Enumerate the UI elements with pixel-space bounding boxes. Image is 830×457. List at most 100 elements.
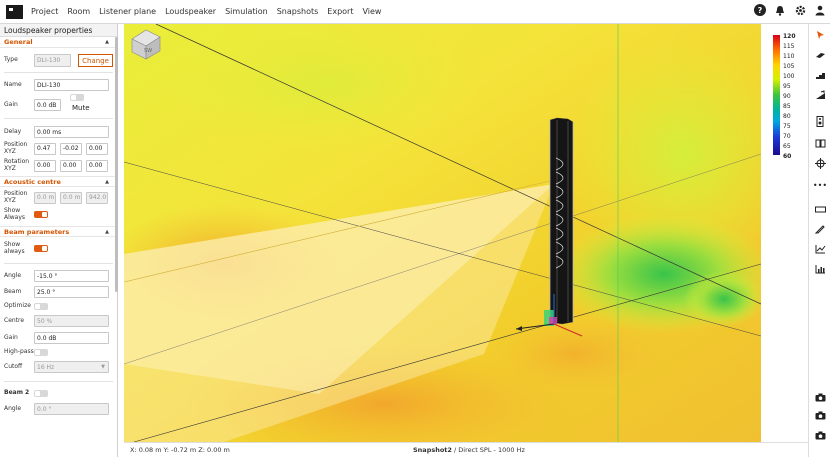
help-icon[interactable]: ? <box>754 4 766 16</box>
gear-icon[interactable] <box>794 4 806 16</box>
mute-toggle[interactable] <box>70 94 84 101</box>
ac-position-x: 0.0 m <box>34 191 56 204</box>
menu-view[interactable]: View <box>362 7 381 16</box>
angle-label: Angle <box>4 271 22 279</box>
menu-listener-plane[interactable]: Listener plane <box>99 7 156 16</box>
section-general[interactable]: General ▲ <box>0 37 117 48</box>
ruler-icon[interactable] <box>813 202 827 216</box>
chevron-down-icon: ▼ <box>101 364 105 370</box>
scale-tick: 80 <box>783 113 791 120</box>
color-scale-ticks: 120 115 110 105 100 95 90 85 80 75 70 65… <box>783 32 796 162</box>
type-field: DLI-130 <box>34 54 71 67</box>
show-always2-toggle[interactable] <box>34 245 48 252</box>
scale-tick: 65 <box>783 143 791 150</box>
menu-simulation[interactable]: Simulation <box>225 7 268 16</box>
ac-position-y: 0.0 m <box>60 191 82 204</box>
show-always-label: Show Always <box>4 207 26 221</box>
scale-tick: 95 <box>783 83 791 90</box>
position-z-input[interactable]: 0.00 <box>86 142 108 155</box>
name-input[interactable]: DLI-130 <box>34 79 109 91</box>
scale-tick: 115 <box>783 43 795 50</box>
section-beam-parameters[interactable]: Beam parameters ▲ <box>0 226 117 237</box>
loudspeaker-properties-panel: Loudspeaker properties General ▲ Type DLI… <box>0 24 118 457</box>
position-y-input[interactable]: -0.02 <box>60 142 82 155</box>
collapse-icon: ▲ <box>105 178 109 185</box>
cutoff-label: Cutoff <box>4 362 23 370</box>
app-logo-icon <box>6 4 23 19</box>
select-cursor-icon[interactable] <box>813 28 827 42</box>
show-always-toggle[interactable] <box>34 211 48 218</box>
section-acoustic-centre[interactable]: Acoustic centre ▲ <box>0 176 117 187</box>
stairs-icon[interactable] <box>813 68 827 82</box>
snapshot-info: Snapshot2 / Direct SPL - 1000 Hz <box>413 446 525 454</box>
highpass-toggle[interactable] <box>34 349 48 356</box>
rotation-x-input[interactable]: 0.00 <box>34 159 56 172</box>
collapse-icon: ▲ <box>105 39 109 45</box>
bell-icon[interactable] <box>774 4 786 16</box>
plane-icon[interactable] <box>813 48 827 62</box>
angle2-label: Angle <box>4 404 22 412</box>
ac-position-z: 942.0 <box>86 191 108 204</box>
spl-map[interactable]: SW <box>124 24 761 442</box>
menu-export[interactable]: Export <box>327 7 353 16</box>
angle2-input: 0.0 ° <box>34 403 109 415</box>
centre-input: 50 % <box>34 315 109 327</box>
more-icon[interactable]: ••• <box>813 178 827 192</box>
show-always2-label: Show always <box>4 241 25 255</box>
beam2-label: Beam 2 <box>4 389 30 397</box>
scale-tick: 90 <box>783 93 791 100</box>
menu-snapshots[interactable]: Snapshots <box>277 7 319 16</box>
loudspeaker-icon[interactable] <box>813 114 827 128</box>
centre-label: Centre <box>4 316 25 324</box>
camera-icon[interactable] <box>813 428 827 442</box>
scale-tick: 60 <box>783 153 792 160</box>
rotation-z-input[interactable]: 0.00 <box>86 159 108 172</box>
status-bar: X: 0.08 m Y: -0.72 m Z: 0.00 m Snapshot2… <box>124 442 808 457</box>
collapse-icon: ▲ <box>105 228 109 235</box>
speaker-array-icon[interactable] <box>813 136 827 150</box>
highpass-label: High-pass <box>4 348 34 356</box>
panel-scrollbar[interactable] <box>115 37 118 292</box>
user-icon[interactable] <box>814 4 826 16</box>
3d-viewport[interactable]: SW <box>124 24 761 442</box>
line-chart-icon[interactable] <box>813 242 827 256</box>
crosshair-icon[interactable] <box>813 156 827 170</box>
gain2-label: Gain <box>4 333 18 341</box>
panel-title: Loudspeaker properties <box>0 24 117 37</box>
camera-icon[interactable] <box>813 408 827 422</box>
scale-tick: 100 <box>783 73 795 80</box>
mute-label: Mute <box>72 104 90 112</box>
angle-input[interactable]: -15.0 ° <box>34 270 109 282</box>
spl-color-scale: 120 115 110 105 100 95 90 85 80 75 70 65… <box>761 24 808 442</box>
scale-tick: 120 <box>783 33 796 40</box>
pencil-icon[interactable] <box>813 222 827 236</box>
view-cube-label: SW <box>144 48 152 54</box>
rotation-y-input[interactable]: 0.00 <box>60 159 82 172</box>
ac-position-label: Position XYZ <box>4 190 28 204</box>
snapshot-view: / Direct SPL - 1000 Hz <box>451 446 525 454</box>
menu-loudspeaker[interactable]: Loudspeaker <box>165 7 216 16</box>
beam-input[interactable]: 25.0 ° <box>34 286 109 298</box>
scale-tick: 105 <box>783 63 795 70</box>
camera-icon[interactable] <box>813 390 827 404</box>
beam2-toggle[interactable] <box>34 390 48 397</box>
gain-input[interactable]: 0.0 dB <box>34 99 61 111</box>
gain2-input[interactable]: 0.0 dB <box>34 332 109 344</box>
bar-chart-icon[interactable] <box>813 262 827 276</box>
top-menu-bar: Project Room Listener plane Loudspeaker … <box>0 0 830 24</box>
optimize-toggle[interactable] <box>34 303 48 310</box>
scale-tick: 110 <box>783 53 795 60</box>
position-x-input[interactable]: 0.47 <box>34 142 56 155</box>
cutoff-select: 16 Hz ▼ <box>34 361 109 373</box>
menu-room[interactable]: Room <box>67 7 90 16</box>
beam-label: Beam <box>4 287 22 295</box>
delay-label: Delay <box>4 127 22 135</box>
name-label: Name <box>4 80 22 88</box>
change-button[interactable]: Change <box>78 54 113 67</box>
menu-project[interactable]: Project <box>31 7 58 16</box>
gain-label: Gain <box>4 100 18 108</box>
cursor-coordinates: X: 0.08 m Y: -0.72 m Z: 0.00 m <box>130 446 230 454</box>
ramp-icon[interactable] <box>813 88 827 102</box>
position-label: Position XYZ <box>4 141 28 155</box>
delay-input[interactable]: 0.00 ms <box>34 126 109 138</box>
